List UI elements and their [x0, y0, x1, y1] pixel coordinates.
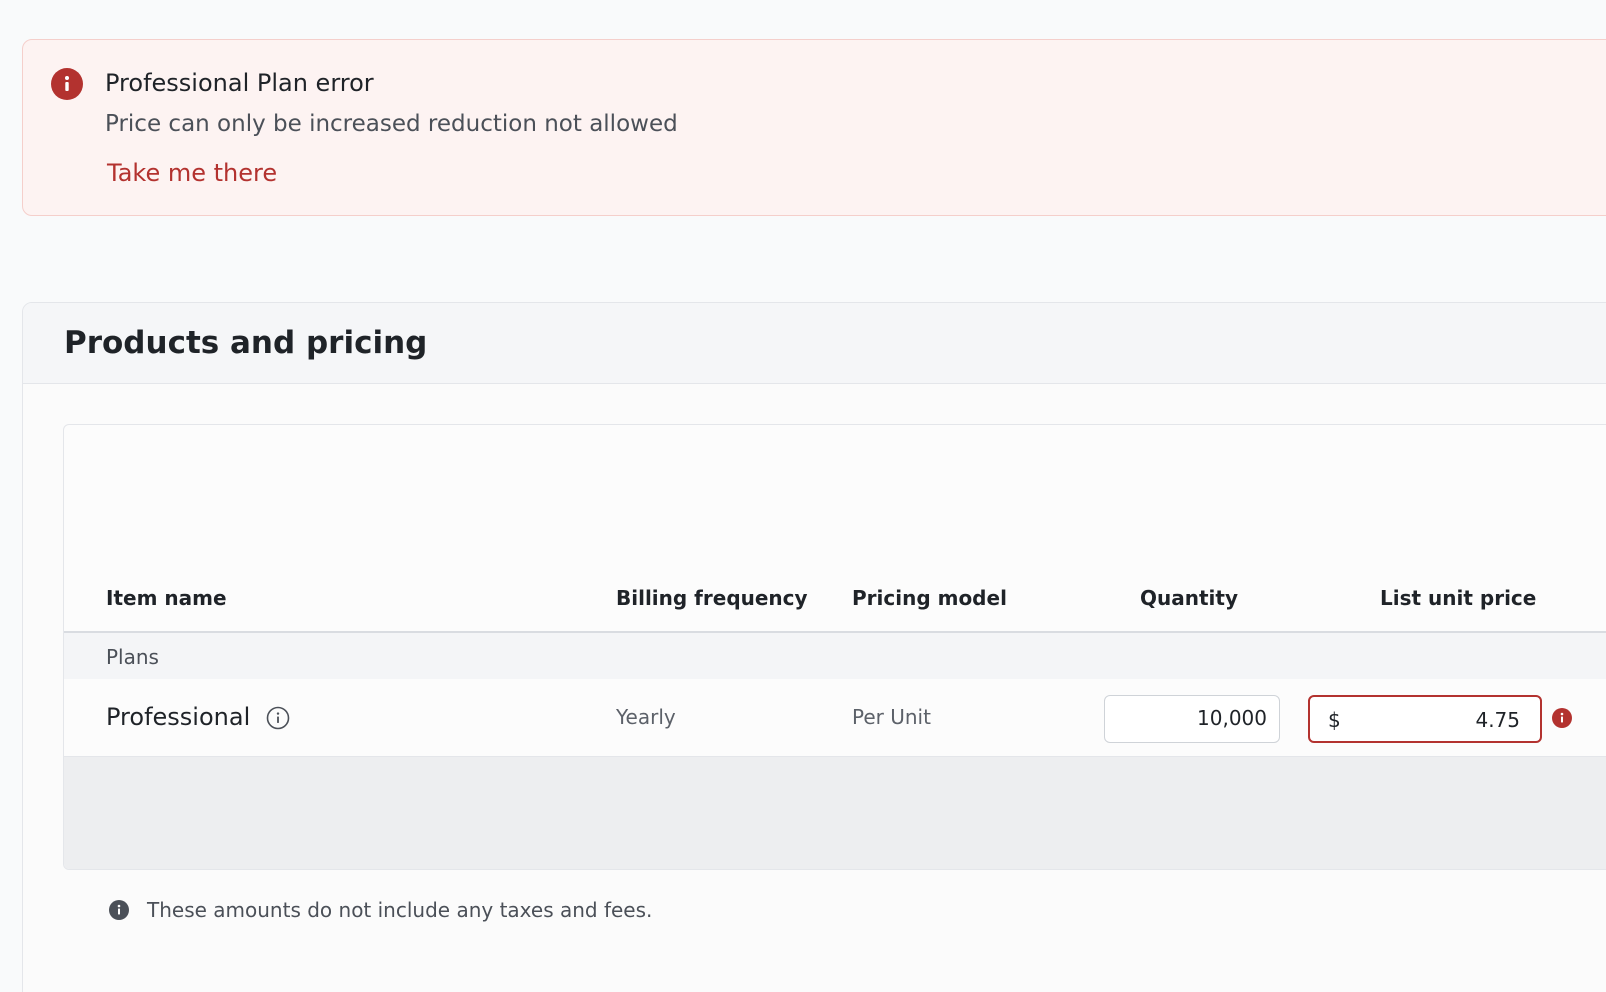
column-header-list-unit-price: List unit price — [1380, 586, 1537, 610]
take-me-there-link[interactable]: Take me there — [107, 159, 277, 187]
table-row: Professional Yearly Per Unit 10,000 $ 4.… — [64, 679, 1606, 757]
section-title: Products and pricing — [64, 325, 428, 361]
quantity-input[interactable]: 10,000 — [1104, 695, 1280, 743]
column-header-billing-frequency: Billing frequency — [616, 586, 808, 610]
error-banner: Professional Plan error Price can only b… — [22, 39, 1606, 216]
table-footer — [64, 757, 1606, 869]
error-message: Price can only be increased reduction no… — [105, 111, 678, 137]
tax-note: These amounts do not include any taxes a… — [147, 898, 653, 922]
price-error-icon — [1552, 708, 1572, 728]
column-header-quantity: Quantity — [1140, 586, 1238, 610]
error-title: Professional Plan error — [105, 69, 374, 97]
products-pricing-card: Products and pricing Item name Billing f… — [22, 302, 1606, 992]
page: Professional Plan error Price can only b… — [0, 0, 1606, 992]
card-header: Products and pricing — [23, 303, 1606, 384]
currency-symbol: $ — [1328, 708, 1341, 732]
group-label: Plans — [106, 645, 159, 669]
item-name: Professional — [106, 703, 251, 731]
info-filled-icon — [109, 900, 129, 920]
group-row-plans: Plans — [64, 633, 1606, 679]
info-icon[interactable] — [266, 706, 290, 730]
pricing-model-value: Per Unit — [852, 705, 931, 729]
price-value: 4.75 — [1475, 708, 1520, 732]
column-header-pricing-model: Pricing model — [852, 586, 1007, 610]
list-unit-price-input[interactable]: $ 4.75 — [1308, 695, 1542, 743]
column-header-item-name: Item name — [106, 586, 227, 610]
error-info-icon — [51, 68, 83, 100]
pricing-table: Item name Billing frequency Pricing mode… — [63, 424, 1606, 870]
billing-frequency-value: Yearly — [616, 705, 676, 729]
